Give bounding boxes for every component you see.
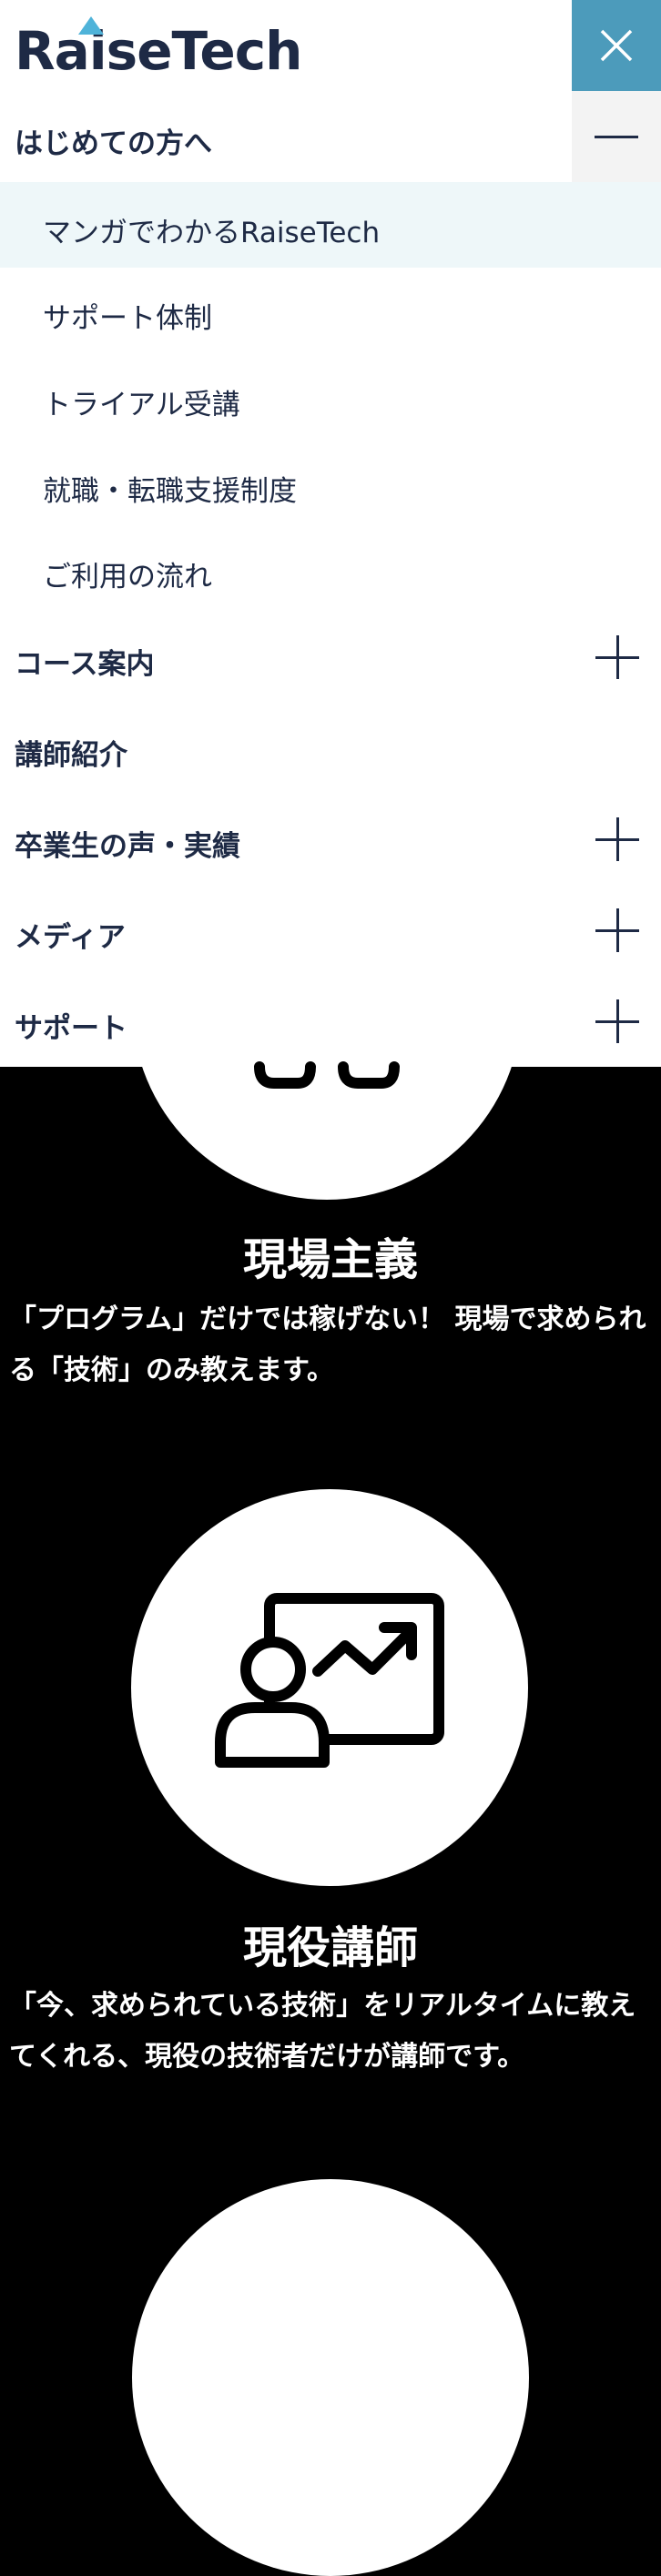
presenter-chart-icon xyxy=(215,1593,444,1768)
menu-item-support-system[interactable]: サポート体制 xyxy=(0,268,661,353)
menu-section-graduates[interactable]: 卒業生の声・実績 xyxy=(0,794,661,885)
menu-section-beginner-label: はじめての方へ xyxy=(15,127,212,160)
expand-icon[interactable] xyxy=(595,635,639,679)
menu-section-media-label: メディア xyxy=(15,921,126,954)
menu-section-instructors-label: 講師紹介 xyxy=(15,739,127,772)
menu-section-support-label: サポート xyxy=(15,1012,127,1045)
menu-section-graduates-label: 卒業生の声・実績 xyxy=(15,830,240,863)
menu-item-flow[interactable]: ご利用の流れ xyxy=(0,526,661,612)
logo-text: RaiseTech xyxy=(15,20,302,82)
close-menu-button[interactable] xyxy=(572,0,661,91)
feature-title: 現役講師 xyxy=(242,1922,418,1973)
feature-description: 「プログラム」だけでは稼げない！ 現場で求められる「技術」のみ教えます。 xyxy=(9,1303,646,1386)
menu-section-beginner[interactable]: はじめての方へ xyxy=(0,91,661,182)
menu-item-label: サポート体制 xyxy=(43,302,212,335)
expand-icon[interactable] xyxy=(595,999,639,1043)
menu-item-job-support[interactable]: 就職・転職支援制度 xyxy=(0,441,661,526)
logo-triangle-icon xyxy=(78,16,104,35)
menu-item-label: トライアル受講 xyxy=(43,389,240,421)
site-header: RaiseTech xyxy=(0,0,661,91)
feature-title: 現場主義 xyxy=(242,1234,418,1285)
menu-item-label: マンガでわかるRaiseTech xyxy=(43,217,381,249)
menu-section-course[interactable]: コース案内 xyxy=(0,612,661,703)
menu-item-label: ご利用の流れ xyxy=(43,561,212,593)
close-icon xyxy=(600,29,633,62)
menu-item-manga[interactable]: マンガでわかるRaiseTech xyxy=(0,182,661,268)
menu-section-course-label: コース案内 xyxy=(15,648,155,681)
menu-item-label: 就職・転職支援制度 xyxy=(43,475,297,508)
menu-section-instructors[interactable]: 講師紹介 xyxy=(0,703,661,794)
handshake-icon xyxy=(254,1061,400,1089)
feature-icon-circle xyxy=(132,885,522,1200)
expand-icon[interactable] xyxy=(595,817,639,861)
raisetech-logo[interactable]: RaiseTech xyxy=(15,13,302,82)
feature-icon-circle xyxy=(131,1489,528,1886)
feature-icon-circle xyxy=(132,2179,529,2576)
feature-description: 「今、求められている技術」をリアルタイムに教えてくれる、現役の技術者だけが講師で… xyxy=(9,1990,636,2073)
collapse-icon[interactable] xyxy=(572,91,661,182)
expand-icon[interactable] xyxy=(595,908,639,952)
menu-item-trial[interactable]: トライアル受講 xyxy=(0,353,661,441)
features-section: 現場主義 「プログラム」だけでは稼げない！ 現場で求められる「技術」のみ教えます… xyxy=(0,885,661,2576)
